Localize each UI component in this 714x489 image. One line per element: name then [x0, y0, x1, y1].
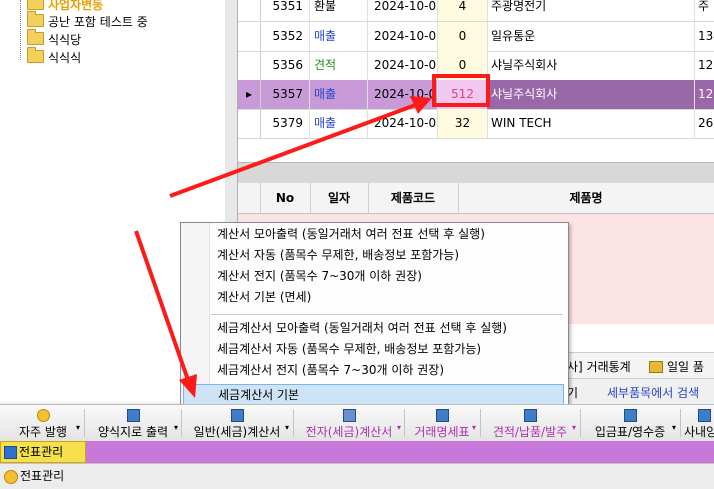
arrow-line-to-qty — [169, 102, 419, 198]
arrow-line-to-menu — [134, 230, 190, 381]
arrow-head-to-menu — [179, 374, 197, 398]
annotation-arrows — [134, 96, 432, 398]
